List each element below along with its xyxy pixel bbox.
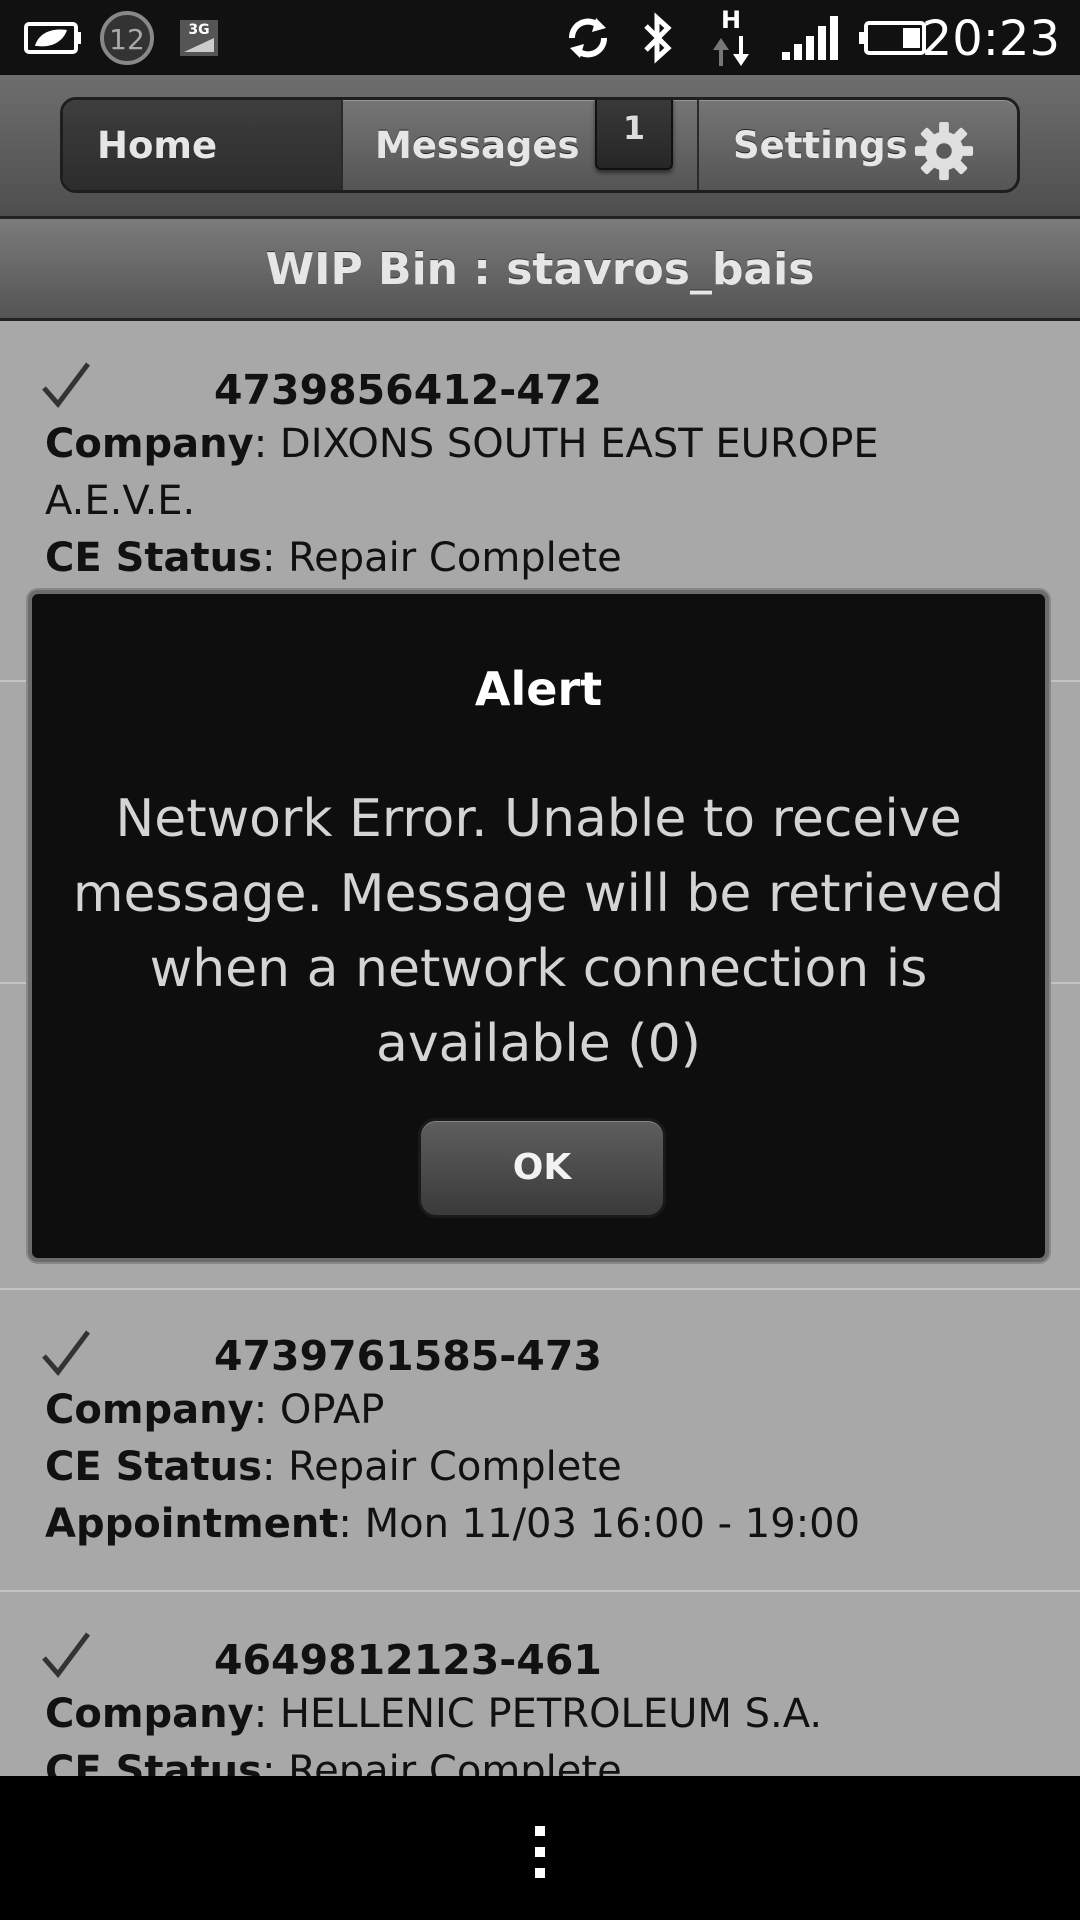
tab-messages-label: Messages (375, 123, 580, 167)
tab-messages[interactable]: Messages 1 (343, 100, 699, 190)
status-label: CE Status (45, 535, 262, 581)
company-value: : OPAP (253, 1387, 385, 1433)
tab-settings-label: Settings (733, 123, 908, 167)
appointment-label: Appointment (45, 1501, 339, 1547)
item-id: 4649812123-461 (214, 1636, 602, 1684)
overflow-menu-icon[interactable] (533, 1824, 547, 1880)
battery-leaf-icon (22, 0, 84, 75)
appointment-value: : Mon 11/03 16:00 - 19:00 (338, 1501, 861, 1547)
tab-home-label: Home (97, 123, 218, 167)
network-arrows-icon: H (708, 0, 756, 75)
item-status: CE Status: Repair Complete (45, 1439, 1040, 1496)
sync-icon (560, 0, 616, 75)
notification-count-icon: 12 (96, 0, 158, 75)
item-company: Company: OPAP (45, 1382, 1040, 1439)
alert-message: Network Error. Unable to receive message… (72, 789, 1005, 1074)
ok-button[interactable]: OK (418, 1118, 666, 1218)
item-company: Company: HELLENIC PETROLEUM S.A. (45, 1686, 1040, 1743)
alert-title: Alert (474, 662, 603, 716)
clock: 20:23 (921, 11, 1060, 67)
status-value: : Repair Complete (261, 535, 622, 581)
company-label: Company (45, 1691, 254, 1737)
alert-dialog: Alert Network Error. Unable to receive m… (28, 590, 1049, 1262)
company-value: : HELLENIC PETROLEUM S.A. (253, 1691, 823, 1737)
item-company: Company: DIXONS SOUTH EAST EUROPE A.E.V.… (45, 416, 1040, 530)
nav-area: Home Messages 1 Settings (0, 75, 1080, 219)
status-bar: 12 3G H 20:23 (0, 0, 1080, 75)
network-type-label: H (721, 6, 741, 34)
bottom-bar (0, 1776, 1080, 1920)
tab-home[interactable]: Home (63, 100, 343, 190)
tab-settings[interactable]: Settings (699, 100, 1017, 190)
company-label: Company (45, 421, 254, 467)
app-screen: 12 3G H 20:23 Home Messages 1 Settings W… (0, 0, 1080, 1920)
page-title: WIP Bin : stavros_bais (0, 219, 1080, 321)
messages-count-badge: 1 (595, 100, 673, 170)
battery-icon (856, 0, 928, 75)
checkmark-icon (42, 362, 90, 408)
status-value: : Repair Complete (261, 1444, 622, 1490)
3g-icon: 3G (176, 0, 222, 75)
list-item[interactable]: 4739761585-473 Company: OPAP CE Status: … (0, 1290, 1080, 1592)
item-status: CE Status: Repair Complete (45, 530, 1040, 587)
checkmark-icon (42, 1632, 90, 1678)
3g-label: 3G (188, 22, 209, 38)
signal-bars-icon (778, 0, 844, 75)
item-id: 4739761585-473 (214, 1332, 602, 1380)
checkmark-icon (42, 1330, 90, 1376)
gear-icon (914, 121, 974, 181)
tab-bar: Home Messages 1 Settings (60, 97, 1020, 193)
bluetooth-icon (636, 0, 680, 75)
item-appointment: Appointment: Mon 11/03 16:00 - 19:00 (45, 1496, 1040, 1553)
item-id: 4739856412-472 (214, 366, 602, 414)
company-label: Company (45, 1387, 254, 1433)
status-label: CE Status (45, 1444, 262, 1490)
notification-count-text: 12 (109, 23, 145, 56)
